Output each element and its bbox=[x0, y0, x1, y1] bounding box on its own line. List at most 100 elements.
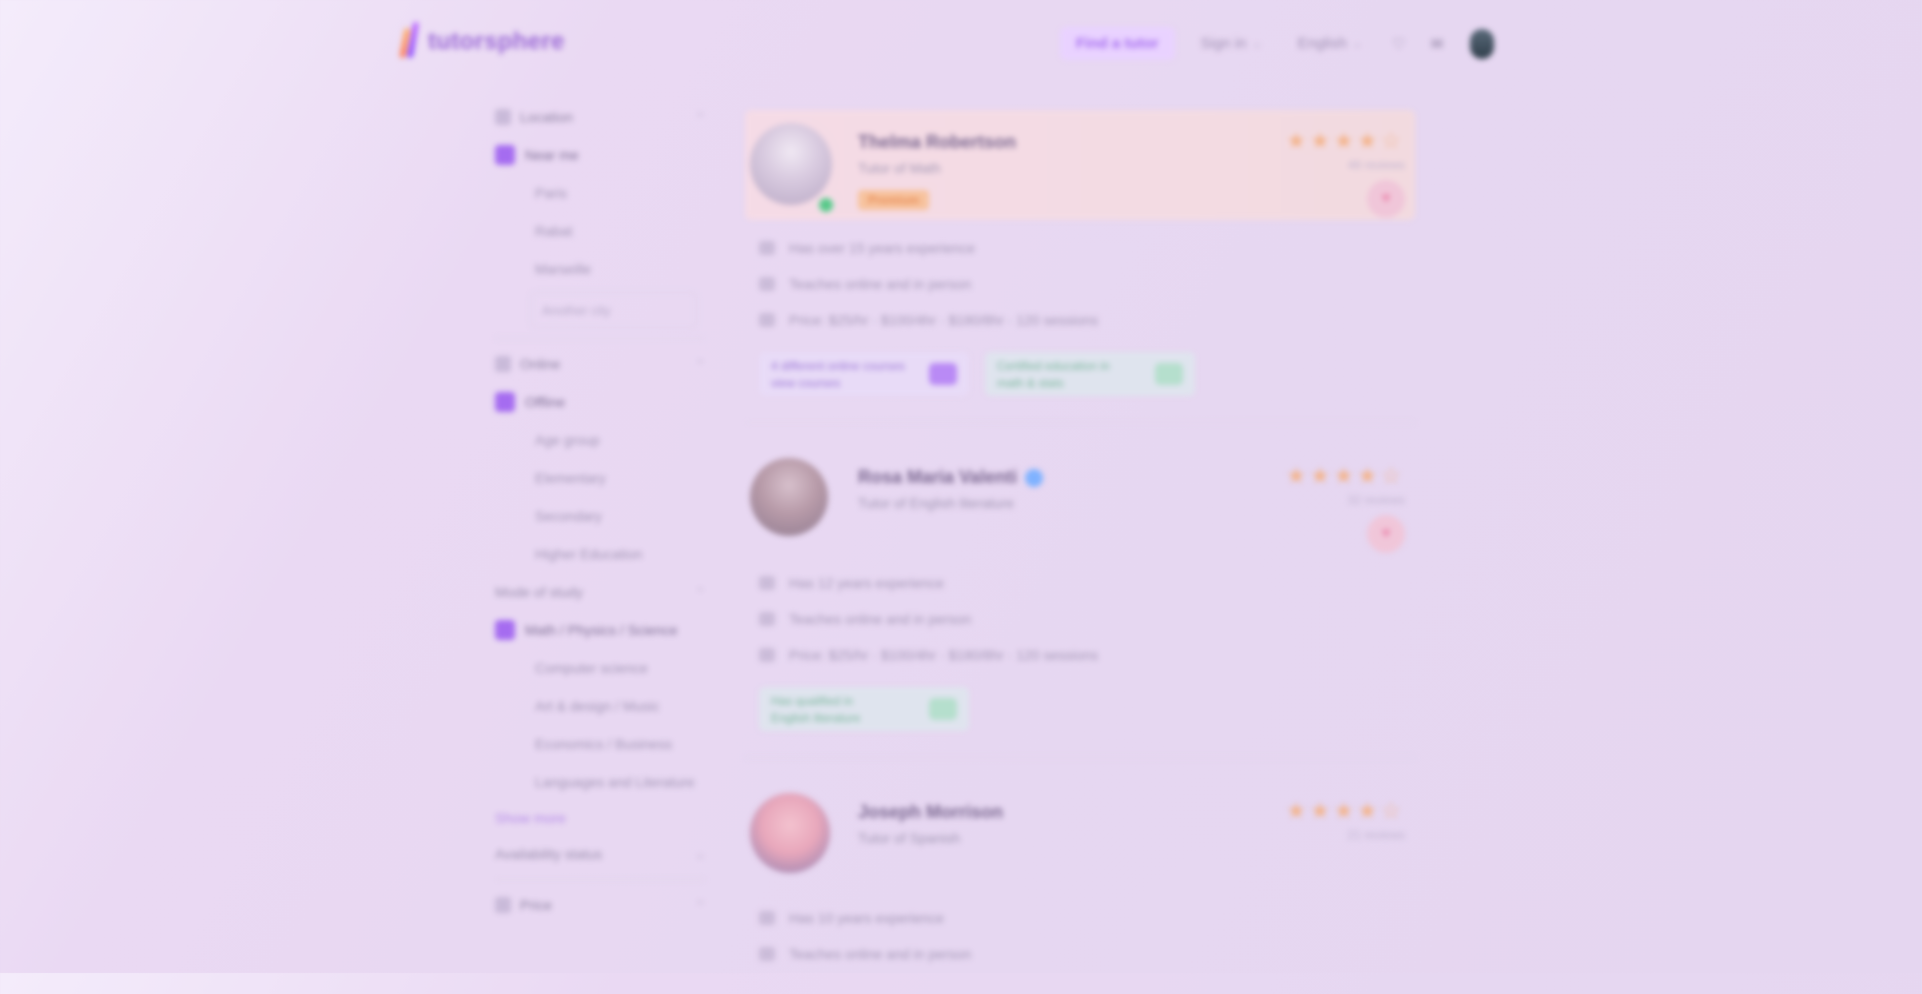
filter-section-price[interactable]: Price ⌃ bbox=[495, 886, 705, 924]
filter-option[interactable]: Languages and Literature bbox=[495, 763, 705, 801]
logo-mark-icon bbox=[400, 22, 422, 62]
divider bbox=[495, 879, 705, 880]
certificate-icon bbox=[1155, 363, 1183, 385]
monitor-icon bbox=[495, 356, 511, 372]
premium-badge: Premium bbox=[858, 190, 930, 210]
checkbox-near-me[interactable]: Near me bbox=[495, 136, 705, 174]
favorite-heart-icon[interactable]: ♥ bbox=[1367, 515, 1405, 553]
message-icon[interactable]: ✉ bbox=[1426, 33, 1448, 55]
show-more-link[interactable]: Show more bbox=[495, 801, 705, 835]
price-icon bbox=[759, 313, 775, 327]
review-count[interactable]: 48 reviews bbox=[1348, 158, 1405, 172]
verified-icon bbox=[1025, 468, 1044, 487]
review-count[interactable]: 21 reviews bbox=[1348, 828, 1405, 842]
logo-text: tutorsphere bbox=[428, 28, 565, 55]
tag-line: Has qualified in bbox=[771, 693, 854, 708]
meta-text: Price: $25/hr · $100/4hr · $180/8hr · 12… bbox=[789, 647, 1098, 663]
checkbox-subject[interactable]: Math / Physics / Science bbox=[495, 611, 705, 649]
chevron-down-icon: ⌄ bbox=[695, 848, 705, 861]
experience-icon bbox=[759, 576, 775, 590]
tutor-avatar[interactable] bbox=[750, 793, 830, 873]
tutor-avatar[interactable] bbox=[750, 123, 832, 205]
filter-section-online[interactable]: Online ⌃ bbox=[495, 345, 705, 383]
tutor-name-text: Thelma Robertson bbox=[858, 132, 1017, 152]
filter-option[interactable]: Computer science bbox=[495, 649, 705, 687]
filter-section-availability[interactable]: Availability status ⌄ bbox=[495, 835, 705, 873]
tag-line: math & stats bbox=[997, 375, 1064, 390]
filter-option[interactable]: Higher Education bbox=[495, 535, 705, 573]
meta-row: Has over 15 years experience bbox=[759, 230, 1415, 266]
section-title: Location bbox=[520, 109, 573, 125]
filter-option[interactable]: Age group bbox=[495, 421, 705, 459]
location-icon bbox=[495, 109, 511, 125]
filter-option[interactable]: Paris bbox=[495, 174, 705, 212]
filter-option[interactable]: Rabat bbox=[495, 212, 705, 250]
filter-option[interactable]: Art & design / Music bbox=[495, 687, 705, 725]
section-title: Online bbox=[520, 356, 561, 372]
tag-line: English literature bbox=[771, 710, 861, 725]
tutor-tags: 4 different online courses view courses C… bbox=[745, 338, 1415, 396]
tutor-card[interactable]: Joseph Morrison Tutor of Spanish ★★★★☆ 2… bbox=[745, 780, 1415, 972]
section-title: Mode of study bbox=[495, 584, 583, 600]
tutor-name[interactable]: Rosa Maria Valenti bbox=[858, 467, 1044, 488]
divider bbox=[495, 338, 705, 339]
meta-row: Teaches online and in person bbox=[759, 601, 1415, 637]
certificate-icon bbox=[929, 698, 957, 720]
tutor-tags: Has qualified in English literature bbox=[745, 673, 1415, 731]
tutor-card[interactable]: Thelma Robertson Tutor of Math Premium ★… bbox=[745, 110, 1415, 423]
rating-stars: ★★★★☆ bbox=[1286, 463, 1405, 488]
tutor-list: Thelma Robertson Tutor of Math Premium ★… bbox=[745, 110, 1415, 994]
meta-text: Has 10 years experience bbox=[789, 910, 944, 926]
checkbox-label: Offline bbox=[525, 394, 566, 410]
filter-option[interactable]: Elementary bbox=[495, 459, 705, 497]
meta-text: Teaches online and in person bbox=[789, 276, 972, 292]
sign-in-label: Sign in bbox=[1200, 35, 1247, 52]
filter-section-mode[interactable]: Mode of study ⌃ bbox=[495, 573, 705, 611]
user-avatar[interactable] bbox=[1470, 28, 1495, 59]
chevron-up-icon: ⌃ bbox=[695, 358, 705, 371]
divider bbox=[745, 422, 1415, 423]
heart-icon[interactable]: ♡ bbox=[1388, 33, 1410, 55]
meta-text: Teaches online and in person bbox=[789, 946, 972, 962]
filter-option[interactable]: Secondary bbox=[495, 497, 705, 535]
city-input[interactable]: Another city bbox=[531, 292, 697, 328]
tutor-meta: Has 10 years experience Teaches online a… bbox=[745, 890, 1415, 972]
location-icon bbox=[759, 612, 775, 626]
tutor-card-header: Joseph Morrison Tutor of Spanish ★★★★☆ 2… bbox=[745, 780, 1415, 890]
tutor-name[interactable]: Joseph Morrison bbox=[858, 802, 1003, 823]
tutor-name[interactable]: Thelma Robertson bbox=[858, 132, 1016, 153]
section-title: Availability status bbox=[495, 846, 603, 862]
courses-tag[interactable]: 4 different online courses view courses bbox=[759, 352, 969, 396]
certification-tag[interactable]: Certified education in math & stats bbox=[985, 352, 1195, 396]
online-status-icon bbox=[817, 196, 835, 214]
checkbox-label: Near me bbox=[525, 147, 579, 163]
chevron-down-icon: ⌄ bbox=[1352, 38, 1363, 50]
checkbox-checked-icon bbox=[495, 145, 515, 165]
review-count[interactable]: 32 reviews bbox=[1348, 493, 1405, 507]
meta-row: Teaches online and in person bbox=[759, 266, 1415, 302]
language-dropdown[interactable]: English ⌄ bbox=[1288, 27, 1372, 60]
tutor-meta: Has 12 years experience Teaches online a… bbox=[745, 555, 1415, 673]
top-nav: Find a tutor Sign in ⌄ English ⌄ ♡ ✉ bbox=[1060, 27, 1495, 60]
find-tutor-button[interactable]: Find a tutor bbox=[1060, 27, 1175, 60]
chevron-up-icon: ⌃ bbox=[695, 111, 705, 124]
location-icon bbox=[759, 277, 775, 291]
divider bbox=[745, 757, 1415, 758]
certification-tag[interactable]: Has qualified in English literature bbox=[759, 687, 969, 731]
experience-icon bbox=[759, 911, 775, 925]
favorite-heart-icon[interactable]: ♥ bbox=[1367, 180, 1405, 218]
tutor-name-text: Joseph Morrison bbox=[858, 802, 1004, 822]
filter-option[interactable]: Marseille bbox=[495, 250, 705, 288]
checkbox-offline[interactable]: Offline bbox=[495, 383, 705, 421]
logo[interactable]: tutorsphere bbox=[400, 22, 565, 62]
sign-in-dropdown[interactable]: Sign in ⌄ bbox=[1191, 27, 1272, 60]
location-icon bbox=[759, 947, 775, 961]
checkbox-label: Math / Physics / Science bbox=[525, 622, 678, 638]
meta-text: Has over 15 years experience bbox=[789, 240, 975, 256]
filter-option[interactable]: Economics / Business bbox=[495, 725, 705, 763]
chevron-down-icon: ⌄ bbox=[1252, 38, 1262, 50]
tutor-avatar[interactable] bbox=[750, 458, 828, 536]
tag-line: Certified education in bbox=[997, 358, 1110, 373]
tutor-card[interactable]: Rosa Maria Valenti Tutor of English lite… bbox=[745, 445, 1415, 758]
filter-section-location[interactable]: Location ⌃ bbox=[495, 98, 705, 136]
